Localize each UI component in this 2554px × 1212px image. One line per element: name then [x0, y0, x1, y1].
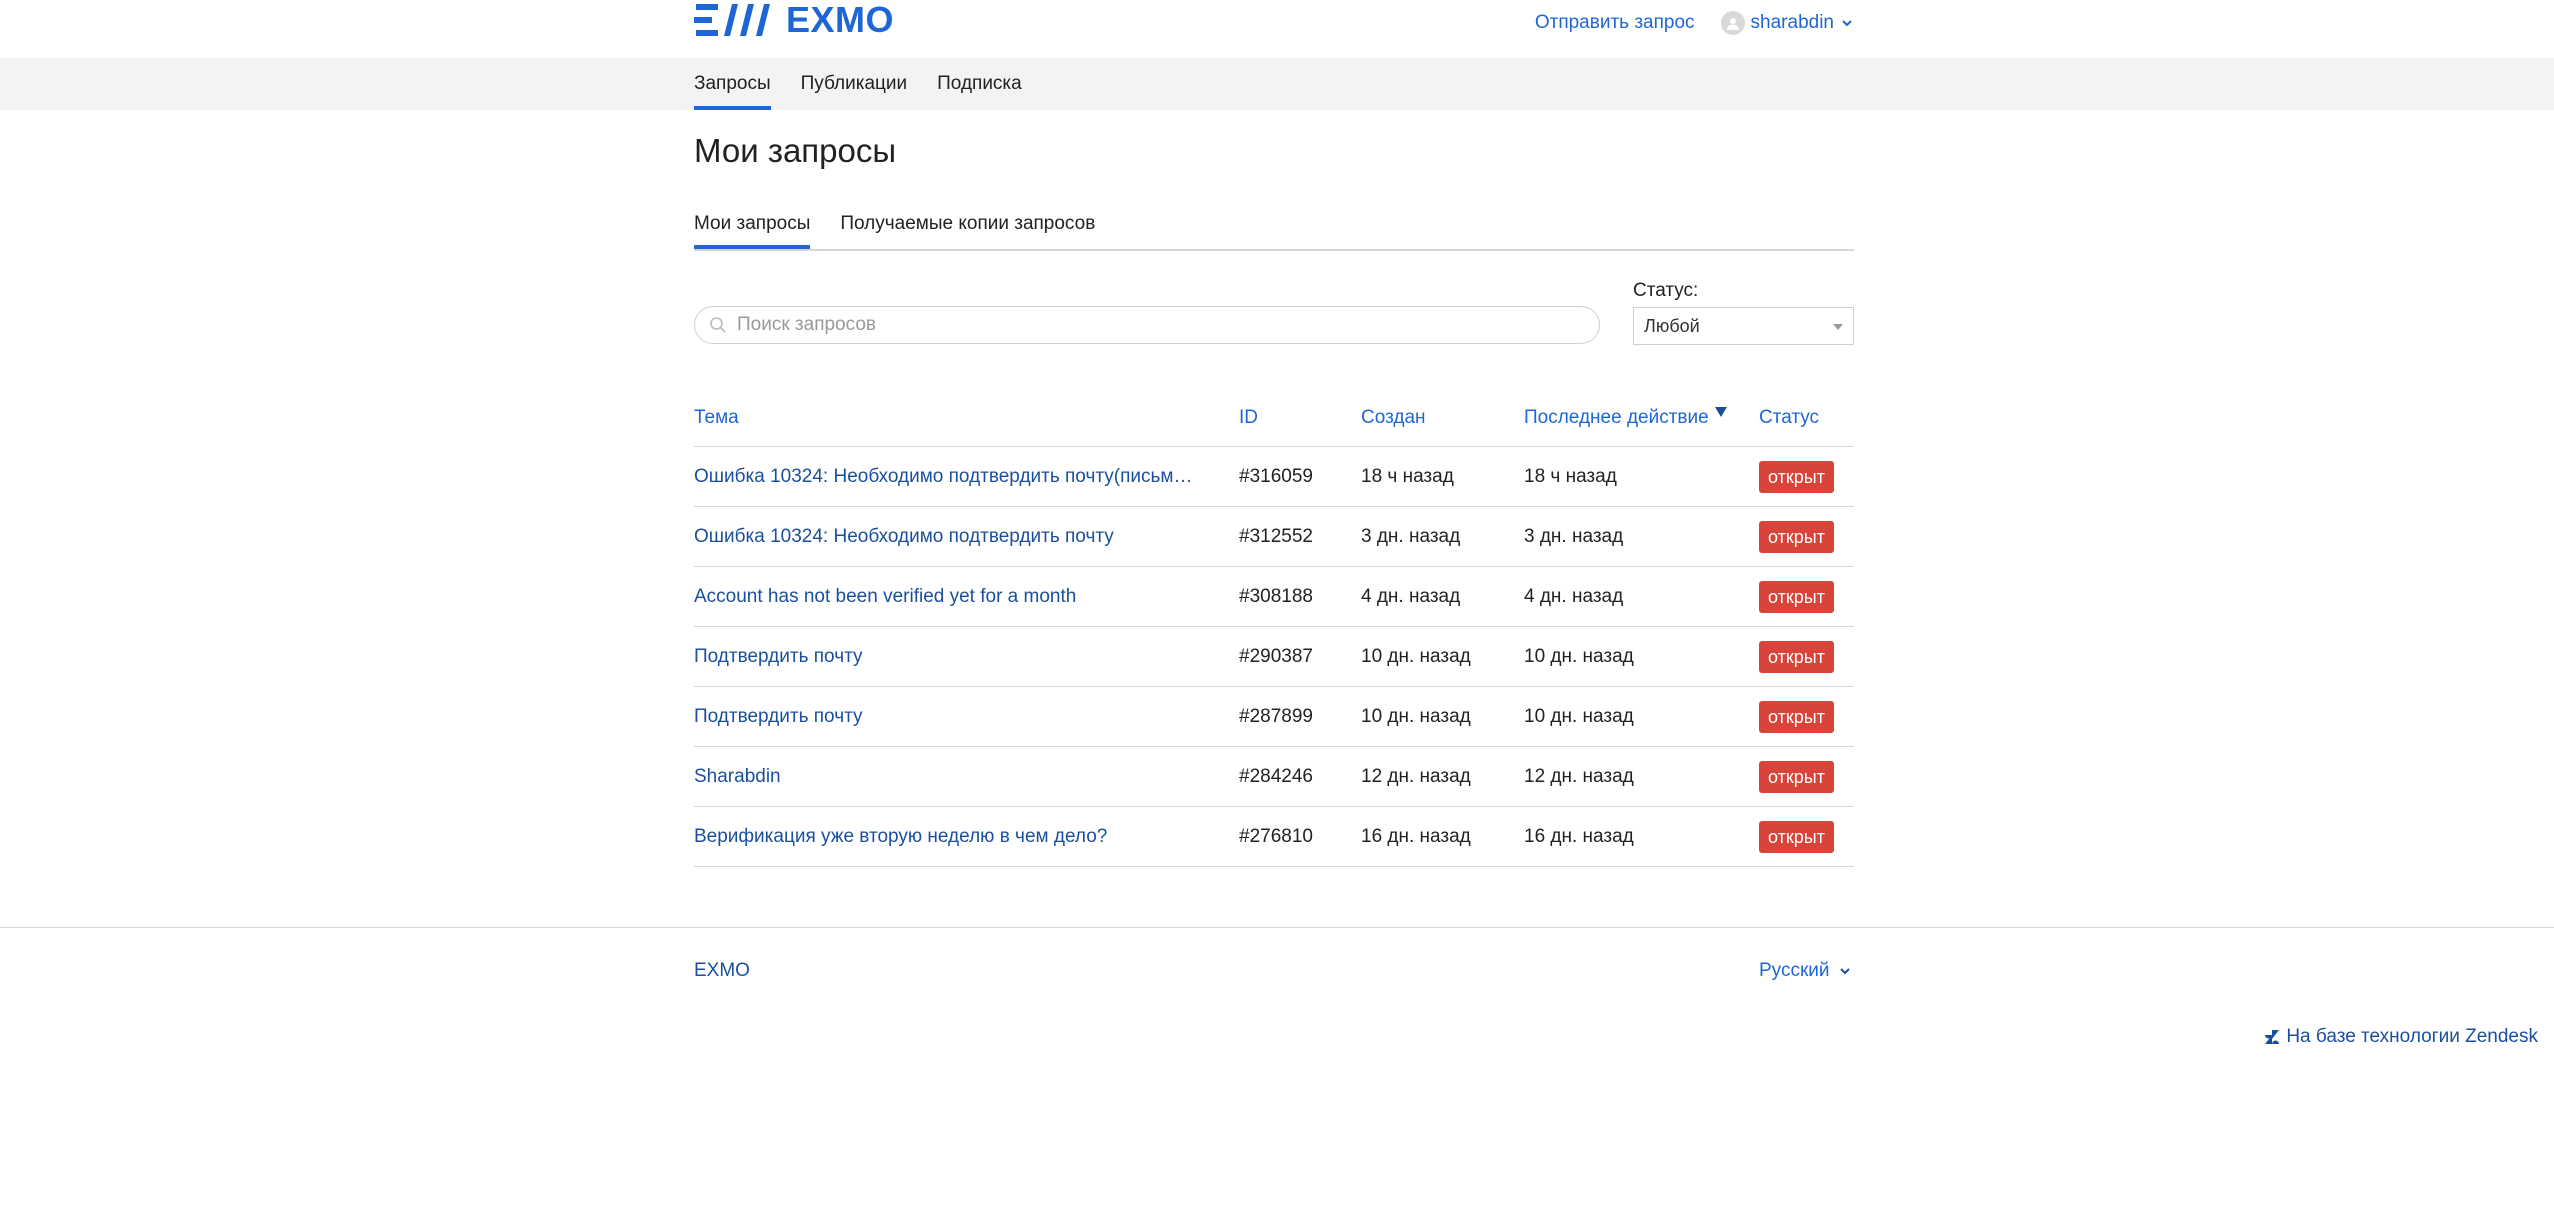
exmo-logo-icon [694, 4, 770, 36]
nav-item-requests[interactable]: Запросы [694, 58, 771, 110]
tab-ccd-requests[interactable]: Получаемые копии запросов [840, 204, 1095, 247]
request-created: 18 ч назад [1361, 446, 1524, 507]
status-filter-label: Статус: [1633, 280, 1699, 301]
zendesk-icon [2265, 1030, 2280, 1044]
user-icon [1726, 18, 1739, 30]
language-selector[interactable]: Русский [1759, 960, 1852, 982]
user-menu[interactable]: sharabdin [1720, 11, 1854, 35]
table-row: Подтвердить почту #290387 10 дн. назад 1… [694, 626, 1854, 687]
nav-bar: Запросы Публикации Подписка [0, 58, 2554, 110]
request-created: 12 дн. назад [1361, 746, 1524, 807]
language-label: Русский [1759, 960, 1830, 981]
request-subject-link[interactable]: Ошибка 10324: Необходимо подтвердить поч… [694, 466, 1194, 488]
nav-item-following[interactable]: Подписка [937, 58, 1022, 110]
avatar [1720, 11, 1745, 35]
site-header: EXMO Отправить запрос sharabdin [0, 0, 2554, 58]
column-header-id[interactable]: ID [1239, 390, 1361, 447]
request-subject-link[interactable]: Sharabdin [694, 766, 1194, 788]
request-id: #276810 [1239, 806, 1361, 867]
request-last-activity: 16 дн. назад [1524, 806, 1759, 867]
dropdown-caret-icon [1833, 324, 1843, 330]
username: sharabdin [1750, 12, 1834, 33]
column-header-created[interactable]: Создан [1361, 390, 1524, 447]
search-icon [710, 317, 726, 333]
status-badge: открыт [1759, 520, 1834, 553]
table-row: Ошибка 10324: Необходимо подтвердить поч… [694, 446, 1854, 507]
table-row: Account has not been verified yet for a … [694, 566, 1854, 627]
request-last-activity: 4 дн. назад [1524, 566, 1759, 627]
table-row: Sharabdin #284246 12 дн. назад 12 дн. на… [694, 746, 1854, 807]
request-created: 3 дн. назад [1361, 506, 1524, 567]
table-row: Ошибка 10324: Необходимо подтвердить поч… [694, 506, 1854, 567]
request-last-activity: 3 дн. назад [1524, 506, 1759, 567]
column-header-subject[interactable]: Тема [694, 390, 1239, 447]
request-last-activity: 10 дн. назад [1524, 686, 1759, 747]
chevron-down-icon [1842, 20, 1852, 27]
logo[interactable]: EXMO [694, 0, 894, 40]
tab-my-requests[interactable]: Мои запросы [694, 204, 811, 249]
powered-by-zendesk-link[interactable]: На базе технологии Zendesk [2264, 1026, 2538, 1048]
status-badge: открыт [1759, 460, 1834, 493]
status-badge: открыт [1759, 760, 1834, 793]
request-subject-link[interactable]: Верификация уже вторую неделю в чем дело… [694, 826, 1194, 848]
table-row: Подтвердить почту #287899 10 дн. назад 1… [694, 686, 1854, 747]
status-filter-value: Любой [1644, 315, 1700, 336]
requests-table: Тема ID Создан Последнее действие Статус… [694, 390, 1854, 867]
powered-by-text: На базе технологии Zendesk [2286, 1026, 2538, 1047]
request-subject-link[interactable]: Account has not been verified yet for a … [694, 586, 1194, 608]
request-created: 10 дн. назад [1361, 686, 1524, 747]
request-created: 4 дн. назад [1361, 566, 1524, 627]
nav-item-contributions[interactable]: Публикации [801, 58, 908, 110]
table-header-row: Тема ID Создан Последнее действие Статус [694, 390, 1854, 447]
request-created: 10 дн. назад [1361, 626, 1524, 687]
request-created: 16 дн. назад [1361, 806, 1524, 867]
request-subject-link[interactable]: Подтвердить почту [694, 646, 1194, 668]
site-footer: EXMO Русский [0, 927, 2554, 1018]
request-id: #308188 [1239, 566, 1361, 627]
request-last-activity: 10 дн. назад [1524, 626, 1759, 687]
search-input[interactable] [735, 313, 1559, 337]
column-header-status[interactable]: Статус [1759, 390, 1854, 447]
status-badge: открыт [1759, 640, 1834, 673]
request-id: #316059 [1239, 446, 1361, 507]
request-tabs: Мои запросы Получаемые копии запросов [694, 204, 1854, 251]
table-row: Верификация уже вторую неделю в чем дело… [694, 806, 1854, 867]
request-id: #312552 [1239, 506, 1361, 567]
status-badge: открыт [1759, 820, 1834, 853]
request-id: #287899 [1239, 686, 1361, 747]
request-id: #290387 [1239, 626, 1361, 687]
request-id: #284246 [1239, 746, 1361, 807]
status-filter-select[interactable]: Любой [1633, 307, 1854, 345]
chevron-down-icon [1839, 968, 1850, 975]
sort-desc-icon [1714, 407, 1727, 417]
footer-brand-link[interactable]: EXMO [694, 960, 750, 982]
column-header-last-activity[interactable]: Последнее действие [1524, 390, 1759, 447]
request-last-activity: 12 дн. назад [1524, 746, 1759, 807]
status-badge: открыт [1759, 700, 1834, 733]
request-last-activity: 18 ч назад [1524, 446, 1759, 507]
search-box [694, 306, 1600, 344]
status-badge: открыт [1759, 580, 1834, 613]
brand-name: EXMO [786, 0, 895, 40]
request-subject-link[interactable]: Подтвердить почту [694, 706, 1194, 728]
submit-request-link[interactable]: Отправить запрос [1535, 12, 1695, 34]
request-subject-link[interactable]: Ошибка 10324: Необходимо подтвердить поч… [694, 526, 1194, 548]
page-title: Мои запросы [694, 132, 897, 169]
